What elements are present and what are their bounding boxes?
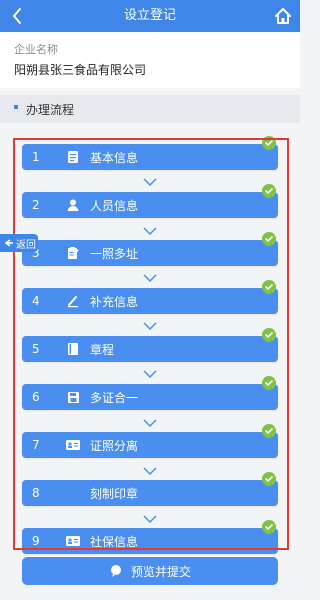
chevron-down-icon: [143, 515, 157, 524]
step-label: 章程: [90, 342, 115, 357]
check-icon: [262, 520, 276, 534]
check-icon: [262, 376, 276, 390]
step-number: 4: [32, 294, 40, 308]
check-icon: [262, 232, 276, 246]
step-supplementary-info[interactable]: 4 补充信息: [22, 280, 278, 314]
step-basic-info[interactable]: 1 基本信息: [22, 136, 278, 170]
step-social-security[interactable]: 9 社保信息: [22, 520, 278, 554]
step-label: 社保信息: [90, 534, 139, 549]
check-icon: [262, 472, 276, 486]
page-title: 设立登记: [123, 8, 176, 23]
check-icon: [262, 136, 276, 150]
step-multi-cert[interactable]: 6 多证合一: [22, 376, 278, 410]
step-label: 基本信息: [90, 150, 139, 165]
document-icon: [64, 148, 82, 166]
step-seal-engraving[interactable]: 8 刻制印章: [22, 472, 278, 506]
step-label: 多证合一: [90, 390, 139, 405]
step-label: 刻制印章: [90, 486, 139, 501]
step-number: 5: [32, 342, 40, 356]
check-icon: [262, 328, 276, 342]
person-icon: [64, 196, 82, 214]
step-number: 7: [32, 438, 40, 452]
step-number: 6: [32, 390, 40, 404]
step-number: 9: [32, 534, 40, 548]
check-icon: [262, 424, 276, 438]
book-icon: [64, 340, 82, 358]
top-bar: 设立登记: [0, 0, 300, 32]
step-label: 证照分离: [90, 438, 139, 453]
step-label: 一照多址: [90, 246, 139, 261]
check-icon: [262, 280, 276, 294]
preview-submit-button[interactable]: 预览并提交: [22, 557, 278, 585]
id-card-icon: [64, 436, 82, 454]
chevron-down-icon: [143, 370, 157, 379]
check-icon: [262, 184, 276, 198]
chevron-down-icon: [143, 178, 157, 187]
chevron-down-icon: [143, 274, 157, 283]
clipboard-icon: [64, 244, 82, 262]
save-icon: [64, 388, 82, 406]
step-articles[interactable]: 5 章程: [22, 328, 278, 362]
chevron-down-icon: [143, 419, 157, 428]
arrow-left-icon: [4, 239, 13, 247]
chat-icon: [110, 565, 121, 577]
step-number: 8: [32, 486, 40, 500]
chevron-down-icon: [143, 322, 157, 331]
step-label: 人员信息: [90, 198, 139, 213]
step-number: 1: [32, 150, 40, 164]
id-card-icon: [64, 532, 82, 550]
step-label: 补充信息: [90, 294, 139, 309]
pen-icon: [64, 292, 82, 310]
step-number: 2: [32, 198, 40, 212]
step-personnel-info[interactable]: 2 人员信息: [22, 184, 278, 218]
step-multi-address[interactable]: 3 一照多址: [22, 232, 278, 266]
section-marker: [14, 105, 18, 109]
side-back-tab[interactable]: 返回: [0, 234, 38, 252]
submit-label: 预览并提交: [130, 564, 191, 579]
home-icon: [275, 8, 291, 24]
step-license-separation[interactable]: 7 证照分离: [22, 424, 278, 458]
home-button[interactable]: [271, 4, 295, 28]
company-name-label: 企业名称: [14, 43, 58, 56]
company-card: 企业名称 阳朔县张三食品有限公司: [0, 32, 300, 88]
blank-icon: [64, 484, 82, 502]
chevron-down-icon: [143, 467, 157, 476]
section-header: 办理流程: [0, 95, 300, 123]
section-title: 办理流程: [26, 103, 75, 117]
company-name-value: 阳朔县张三食品有限公司: [14, 63, 147, 77]
side-back-label: 返回: [16, 239, 36, 251]
chevron-down-icon: [143, 227, 157, 236]
